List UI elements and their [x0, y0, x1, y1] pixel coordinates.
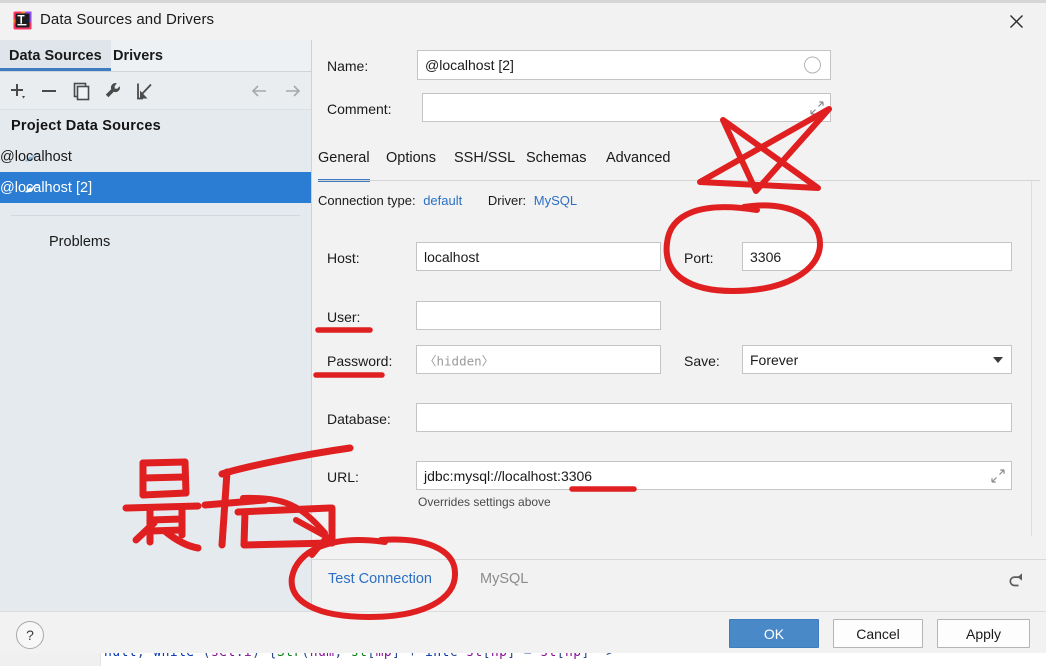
host-input[interactable]: localhost	[416, 242, 661, 271]
password-input[interactable]: 〈hidden〉	[416, 345, 661, 374]
wrench-icon[interactable]	[102, 80, 124, 102]
chevron-down-icon[interactable]	[993, 356, 1003, 363]
action-bar-divider	[312, 559, 1046, 560]
host-label: Host:	[327, 250, 360, 266]
data-sources-sidebar: Data Sources Drivers Project Data Source…	[0, 40, 311, 611]
comment-input[interactable]	[422, 93, 831, 122]
driver-value[interactable]: MySQL	[534, 193, 577, 208]
apply-button-label: Apply	[965, 625, 1002, 642]
sidebar-item-problems[interactable]: Problems	[49, 234, 110, 250]
cancel-button[interactable]: Cancel	[833, 619, 923, 648]
expand-icon[interactable]	[991, 468, 1005, 483]
url-input[interactable]: jdbc:mysql://localhost:3306	[416, 461, 1012, 490]
tab-data-sources[interactable]: Data Sources	[0, 40, 111, 71]
screenshot-root: null; while (set.i) {Str(num, st[mp] + i…	[0, 0, 1046, 666]
tab-general-label: General	[318, 150, 370, 166]
sidebar-toolbar	[0, 72, 311, 109]
sidebar-item-localhost[interactable]: @localhost	[0, 141, 311, 172]
url-input-value: jdbc:mysql://localhost:3306	[424, 467, 593, 484]
intellij-idea-icon	[13, 11, 32, 30]
vertical-scroll-track[interactable]	[1031, 181, 1042, 536]
sidebar-item-localhost-2[interactable]: @localhost [2]	[0, 172, 311, 203]
url-hint: Overrides settings above	[418, 495, 551, 509]
window-title: Data Sources and Drivers	[40, 11, 215, 28]
sidebar-item-localhost-label: @localhost	[0, 148, 72, 165]
tab-ssh-ssl-label: SSH/SSL	[454, 150, 516, 166]
cancel-button-label: Cancel	[856, 625, 900, 642]
remove-icon[interactable]	[38, 80, 60, 102]
title-bar: Data Sources and Drivers	[0, 0, 1046, 41]
expand-icon[interactable]	[810, 100, 824, 115]
save-select-value: Forever	[750, 351, 799, 368]
tab-schemas-label: Schemas	[526, 150, 587, 166]
tab-options-label: Options	[386, 150, 436, 166]
dialog-footer: ? OK Cancel Apply	[0, 611, 1046, 653]
password-label: Password:	[327, 353, 393, 369]
dialog-window: Data Sources and Drivers Data Sources Dr…	[0, 0, 1046, 653]
port-label: Port:	[684, 250, 714, 266]
name-input-value: @localhost [2]	[425, 57, 514, 73]
copy-icon[interactable]	[70, 80, 92, 102]
connection-type-row: Connection type: default Driver: MySQL	[318, 193, 577, 208]
title-bar-top-edge	[0, 0, 1046, 3]
password-placeholder: 〈hidden〉	[424, 353, 495, 368]
tree-group-title: Project Data Sources	[11, 118, 161, 134]
color-swatch-icon[interactable]	[804, 56, 821, 74]
port-input-value: 3306	[750, 248, 782, 265]
name-input[interactable]: @localhost [2]	[417, 50, 831, 80]
sidebar-tab-strip: Data Sources Drivers	[0, 40, 311, 71]
driver-name-label: MySQL	[480, 571, 529, 587]
data-sources-tree: Project Data Sources @localhost @localho…	[0, 110, 311, 611]
tree-divider	[11, 215, 300, 216]
arrow-right-icon[interactable]	[282, 80, 304, 102]
ok-button-label: OK	[763, 625, 785, 642]
import-icon[interactable]	[134, 80, 156, 102]
user-input[interactable]	[416, 301, 661, 330]
save-select[interactable]: Forever	[742, 345, 1012, 374]
url-label: URL:	[327, 469, 359, 485]
tab-drivers-label: Drivers	[113, 47, 163, 64]
database-label: Database:	[327, 411, 391, 427]
editor-gutter	[0, 652, 101, 666]
arrow-left-icon[interactable]	[248, 80, 270, 102]
editor-code-line: null; while (set.i) {Str(num, st[mp] + i…	[104, 652, 615, 660]
apply-button[interactable]: Apply	[937, 619, 1030, 648]
reset-arrow-icon[interactable]	[1006, 568, 1028, 590]
help-button-label: ?	[26, 627, 34, 643]
tab-options[interactable]: Options	[386, 150, 436, 180]
add-icon[interactable]	[7, 80, 29, 102]
save-label: Save:	[684, 353, 720, 369]
tab-schemas[interactable]: Schemas	[526, 150, 586, 180]
tab-general[interactable]: General	[318, 150, 370, 182]
sidebar-item-problems-label: Problems	[49, 234, 111, 250]
tab-advanced-label: Advanced	[606, 150, 671, 166]
sidebar-item-localhost-2-label: @localhost [2]	[0, 179, 93, 196]
host-input-value: localhost	[424, 248, 480, 265]
connection-type-value[interactable]: default	[423, 193, 462, 208]
connection-type-label: Connection type:	[318, 193, 416, 208]
name-label: Name:	[327, 58, 369, 74]
tabs-rule	[318, 180, 1040, 181]
driver-label: Driver:	[487, 193, 527, 208]
port-input[interactable]: 3306	[742, 242, 1012, 271]
tab-drivers[interactable]: Drivers	[113, 40, 163, 71]
comment-label: Comment:	[327, 101, 392, 117]
help-button[interactable]: ?	[16, 621, 44, 649]
close-icon[interactable]	[1000, 8, 1032, 34]
ok-button[interactable]: OK	[729, 619, 819, 648]
database-input[interactable]	[416, 403, 1012, 432]
background-editor-strip: null; while (set.i) {Str(num, st[mp] + i…	[0, 652, 1046, 666]
tab-data-sources-label: Data Sources	[9, 47, 102, 64]
test-connection-link[interactable]: Test Connection	[328, 571, 432, 587]
connection-settings-panel: Name: @localhost [2] Comment: General Op…	[312, 40, 1046, 611]
tab-advanced[interactable]: Advanced	[606, 150, 671, 180]
user-label: User:	[327, 309, 361, 325]
tab-ssh-ssl[interactable]: SSH/SSL	[454, 150, 515, 180]
